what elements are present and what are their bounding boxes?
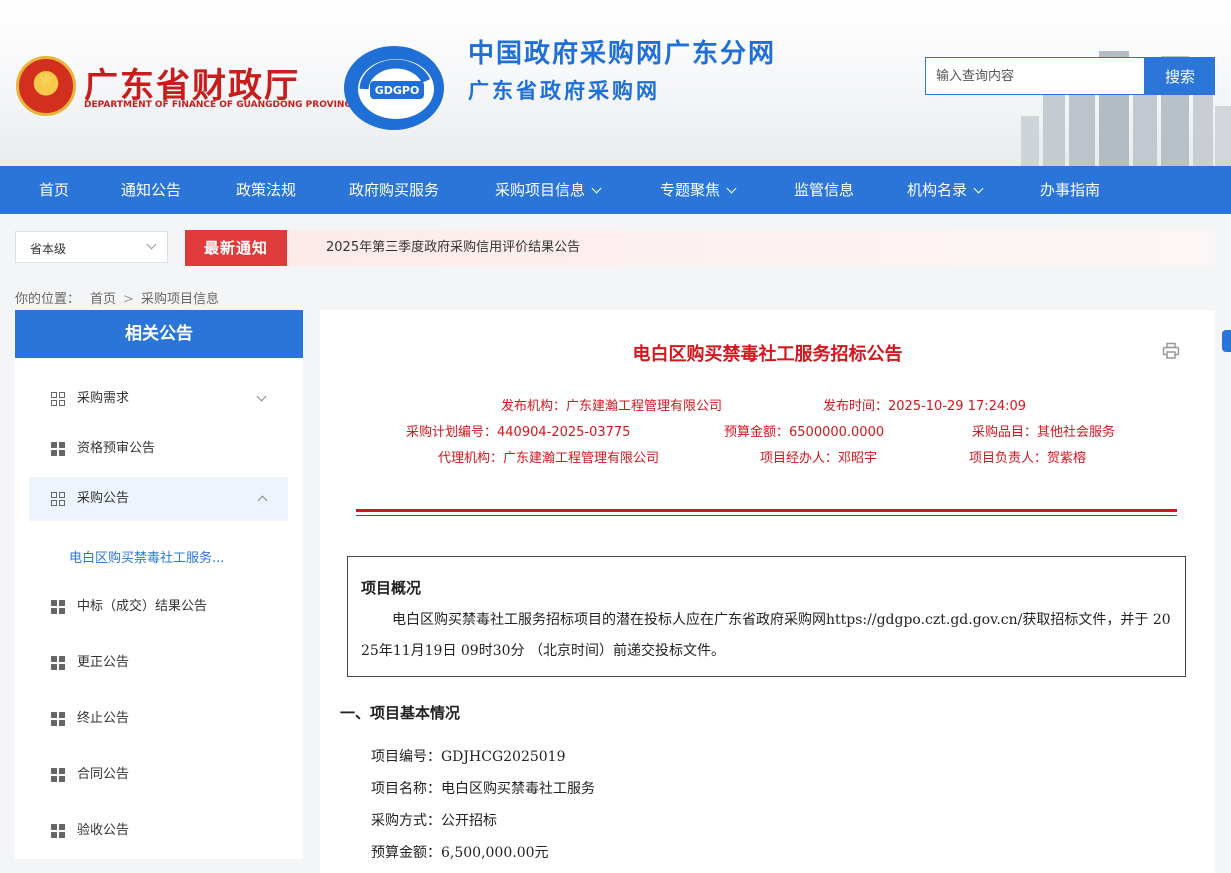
side-tab-handle[interactable] xyxy=(1222,330,1231,352)
level-select[interactable]: 省本级 xyxy=(15,231,168,263)
meta-leader: 项目负责人：贺紫榕 xyxy=(969,451,1087,466)
meta-publish-time: 发布时间：2025-10-29 17:24:09 xyxy=(823,399,1027,414)
site-subtitle: 广东省政府采购网 xyxy=(468,79,660,103)
sidebar-subitem-current[interactable]: 电白区购买禁毒社工服务... xyxy=(69,547,224,566)
gdgpo-logo[interactable]: GDGPO xyxy=(340,43,448,133)
grid-filled-icon xyxy=(51,712,65,726)
nav-gov-services[interactable]: 政府购买服务 xyxy=(349,166,439,214)
breadcrumb-separator-icon: > xyxy=(123,292,134,307)
title-divider-thin xyxy=(356,515,1177,516)
breadcrumb-prefix: 你的位置： xyxy=(15,292,81,307)
nav-guide[interactable]: 办事指南 xyxy=(1040,166,1100,214)
sidebar-item-contract[interactable]: 合同公告 xyxy=(15,753,303,797)
search-input[interactable] xyxy=(925,57,1145,95)
grid-filled-icon xyxy=(51,442,65,456)
chevron-down-icon xyxy=(726,183,737,194)
meta-budget: 预算金额：6500000.0000 xyxy=(724,425,885,440)
project-summary-box: 项目概况 电白区购买禁毒社工服务招标项目的潜在投标人应在广东省政府采购网http… xyxy=(347,556,1186,677)
print-icon[interactable] xyxy=(1162,342,1180,360)
national-emblem-icon: ★ xyxy=(16,56,76,116)
chevron-down-icon xyxy=(256,391,267,402)
sidebar-item-procurement-notice[interactable]: 采购公告 xyxy=(29,477,288,521)
meta-category: 采购品目：其他社会服务 xyxy=(972,425,1116,440)
sidebar: 相关公告 采购需求 资格预审公告 采购公告 电白区购买禁毒社工服务... 中标（… xyxy=(15,310,303,859)
field-method: 采购方式：公开招标 xyxy=(371,813,497,829)
grid-outline-icon xyxy=(51,492,65,506)
field-budget: 预算金额：6,500,000.00元 xyxy=(371,845,549,861)
chevron-up-icon xyxy=(257,495,268,506)
sidebar-item-termination[interactable]: 终止公告 xyxy=(15,697,303,741)
chevron-down-icon xyxy=(973,183,984,194)
grid-outline-icon xyxy=(51,392,65,406)
summary-title: 项目概况 xyxy=(361,579,422,597)
breadcrumb-procurement[interactable]: 采购项目信息 xyxy=(141,292,219,307)
meta-plan-no: 采购计划编号：440904-2025-03775 xyxy=(406,425,631,440)
sidebar-item-acceptance[interactable]: 验收公告 xyxy=(15,809,303,853)
search-button[interactable]: 搜索 xyxy=(1145,57,1215,95)
meta-agency: 代理机构：广东建瀚工程管理有限公司 xyxy=(438,451,660,466)
sidebar-item-correction[interactable]: 更正公告 xyxy=(15,641,303,685)
nav-supervision[interactable]: 监管信息 xyxy=(794,166,854,214)
logo-text: GDGPO xyxy=(375,84,420,97)
nav-procurement-info[interactable]: 采购项目信息 xyxy=(495,166,602,214)
nav-notices[interactable]: 通知公告 xyxy=(121,166,181,214)
breadcrumb: 你的位置： 首页 > 采购项目信息 xyxy=(15,288,219,307)
org-name-en: DEPARTMENT OF FINANCE OF GUANGDONG PROVI… xyxy=(84,100,358,110)
site-header: ★ 广东省财政厅 DEPARTMENT OF FINANCE OF GUANGD… xyxy=(0,0,1231,166)
nav-directory[interactable]: 机构名录 xyxy=(907,166,984,214)
sidebar-item-award-result[interactable]: 中标（成交）结果公告 xyxy=(15,585,303,629)
field-project-name: 项目名称：电白区购买禁毒社工服务 xyxy=(371,781,595,797)
nav-topics[interactable]: 专题聚焦 xyxy=(660,166,737,214)
sidebar-item-requirements[interactable]: 采购需求 xyxy=(15,377,303,421)
breadcrumb-home[interactable]: 首页 xyxy=(90,292,116,307)
latest-notice-badge: 最新通知 xyxy=(185,230,287,266)
nav-policies[interactable]: 政策法规 xyxy=(236,166,296,214)
chevron-down-icon xyxy=(146,239,157,250)
grid-filled-icon xyxy=(51,768,65,782)
meta-handler: 项目经办人：邓昭宇 xyxy=(760,451,878,466)
section-heading: 一、项目基本情况 xyxy=(340,704,461,722)
title-divider xyxy=(356,509,1177,512)
chevron-down-icon xyxy=(591,183,602,194)
summary-body: 电白区购买禁毒社工服务招标项目的潜在投标人应在广东省政府采购网https://g… xyxy=(361,612,1171,659)
site-title: 中国政府采购网广东分网 xyxy=(468,39,777,69)
sidebar-title: 相关公告 xyxy=(15,310,303,358)
document-panel: 电白区购买禁毒社工服务招标公告 发布机构：广东建瀚工程管理有限公司 发布时间：2… xyxy=(320,310,1215,873)
field-project-no: 项目编号：GDJHCG2025019 xyxy=(371,749,566,765)
meta-publisher: 发布机构：广东建瀚工程管理有限公司 xyxy=(501,399,723,414)
main-nav: 首页 通知公告 政策法规 政府购买服务 采购项目信息 专题聚焦 监管信息 机构名… xyxy=(0,166,1231,214)
grid-filled-icon xyxy=(51,824,65,838)
level-select-value: 省本级 xyxy=(30,242,67,256)
grid-filled-icon xyxy=(51,600,65,614)
notice-link[interactable]: 2025年第三季度政府采购信用评价结果公告 xyxy=(326,230,580,266)
page-title: 电白区购买禁毒社工服务招标公告 xyxy=(632,344,903,365)
notice-bar: 最新通知 2025年第三季度政府采购信用评价结果公告 xyxy=(185,230,1215,266)
grid-filled-icon xyxy=(51,656,65,670)
sidebar-item-prequalification[interactable]: 资格预审公告 xyxy=(15,427,303,471)
nav-home[interactable]: 首页 xyxy=(39,166,69,214)
